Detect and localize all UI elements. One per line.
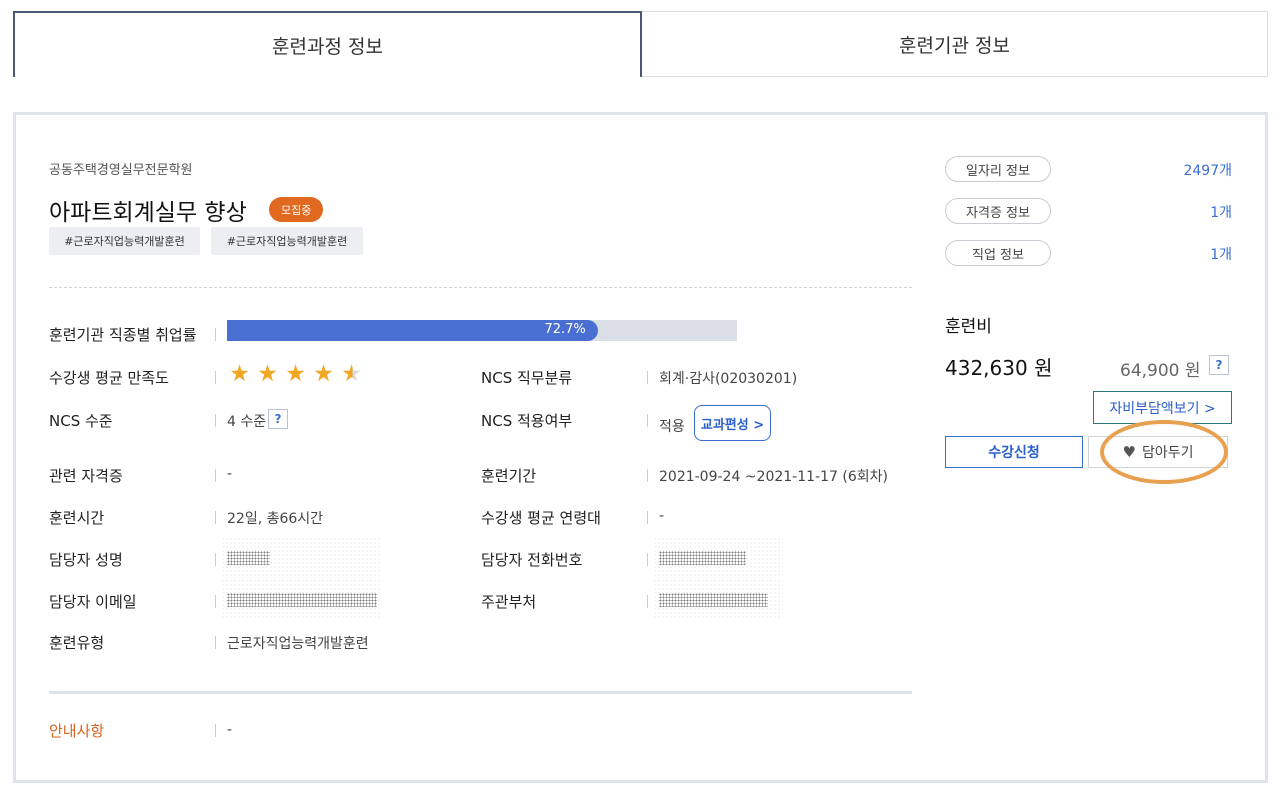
- related-cert-label: 관련 자격증: [49, 467, 123, 485]
- employment-rate-label: 훈련기관 직종별 취업률: [49, 326, 197, 344]
- redacted-department: [659, 593, 768, 607]
- certificate-info-link[interactable]: 자격증 정보: [945, 198, 1051, 224]
- separator: [215, 595, 216, 608]
- age-value: -: [659, 508, 665, 524]
- star-icon: ★: [285, 361, 306, 387]
- notice-value: -: [227, 722, 233, 738]
- type-label: 훈련유형: [49, 634, 105, 652]
- notice-label: 안내사항: [49, 722, 105, 740]
- self-pay-button[interactable]: 자비부담액보기 >: [1093, 391, 1232, 424]
- tab-course-info[interactable]: 훈련과정 정보: [13, 11, 642, 77]
- job-info-link[interactable]: 일자리 정보: [945, 156, 1051, 182]
- hours-value: 22일, 총66시간: [227, 511, 324, 527]
- redacted-manager-phone: [659, 551, 746, 565]
- divider: [49, 691, 912, 694]
- ncs-applied-label: NCS 적용여부: [481, 412, 573, 430]
- separator: [215, 328, 216, 341]
- hours-label: 훈련시간: [49, 509, 105, 527]
- separator: [215, 414, 216, 427]
- age-label: 수강생 평균 연령대: [481, 509, 601, 527]
- separator: [647, 595, 648, 608]
- institute-name: 공동주택경영실무전문학원: [49, 163, 193, 178]
- star-icon: ★: [229, 361, 250, 387]
- separator: [215, 511, 216, 524]
- type-value: 근로자직업능력개발훈련: [227, 636, 369, 652]
- employment-rate-bar: 72.7%: [227, 320, 737, 341]
- fee-label: 훈련비: [945, 317, 992, 337]
- separator: [215, 371, 216, 384]
- employment-rate-value: 72.7%: [544, 322, 586, 337]
- satisfaction-stars: ★ ★ ★ ★ ★: [227, 362, 364, 387]
- separator: [647, 469, 648, 482]
- hashtag[interactable]: #근로자직업능력개발훈련: [211, 227, 363, 255]
- star-icon: ★: [339, 362, 364, 387]
- help-icon[interactable]: ?: [268, 409, 288, 429]
- certificate-info-count[interactable]: 1개: [1210, 202, 1232, 222]
- separator: [647, 414, 648, 427]
- ncs-category-label: NCS 직무분류: [481, 369, 573, 387]
- manager-email-label: 담당자 이메일: [49, 593, 137, 611]
- manager-phone-label: 담당자 전화번호: [481, 551, 583, 569]
- manager-name-label: 담당자 성명: [49, 551, 123, 569]
- separator: [215, 553, 216, 566]
- separator: [647, 553, 648, 566]
- course-title: 아파트회계실무 향상: [49, 200, 247, 226]
- hashtag[interactable]: #근로자직업능력개발훈련: [49, 227, 200, 255]
- self-pay-amount: 64,900 원: [1120, 361, 1201, 381]
- curriculum-button[interactable]: 교과편성 >: [694, 405, 771, 441]
- occupation-info-count[interactable]: 1개: [1210, 244, 1232, 264]
- redacted-manager-email: [227, 593, 377, 607]
- separator: [215, 636, 216, 649]
- ncs-level-value: 4 수준: [227, 414, 267, 430]
- job-info-count[interactable]: 2497개: [1183, 160, 1232, 180]
- star-icon: ★: [257, 361, 278, 387]
- separator: [215, 724, 216, 737]
- apply-button[interactable]: 수강신청: [945, 436, 1083, 468]
- related-cert-value: -: [227, 466, 233, 482]
- separator: [647, 511, 648, 524]
- fee-amount: 432,630 원: [945, 356, 1053, 380]
- redacted-manager-name: [227, 551, 270, 565]
- department-label: 주관부처: [481, 593, 537, 611]
- period-value: 2021-09-24 ~2021-11-17 (6회차): [659, 469, 888, 485]
- wishlist-button[interactable]: ♥ 담아두기: [1088, 436, 1228, 468]
- heart-icon: ♥: [1122, 443, 1136, 461]
- course-detail-panel: 공동주택경영실무전문학원 아파트회계실무 향상 모집중 #근로자직업능력개발훈련…: [13, 112, 1268, 783]
- period-label: 훈련기간: [481, 467, 537, 485]
- star-icon: ★: [313, 361, 334, 387]
- ncs-level-label: NCS 수준: [49, 412, 113, 430]
- employment-rate-fill: 72.7%: [227, 320, 598, 341]
- separator: [647, 371, 648, 384]
- tab-institute-info[interactable]: 훈련기관 정보: [642, 11, 1268, 77]
- separator: [215, 469, 216, 482]
- tab-bar: 훈련과정 정보 훈련기관 정보: [13, 11, 1268, 77]
- divider: [49, 287, 912, 288]
- wishlist-label: 담아두기: [1141, 445, 1194, 461]
- satisfaction-label: 수강생 평균 만족도: [49, 369, 169, 387]
- help-icon[interactable]: ?: [1209, 355, 1229, 375]
- ncs-category-value: 회계·감사(02030201): [659, 371, 798, 387]
- ncs-applied-value: 적용: [659, 419, 685, 435]
- status-badge: 모집중: [269, 197, 324, 222]
- occupation-info-link[interactable]: 직업 정보: [945, 240, 1051, 266]
